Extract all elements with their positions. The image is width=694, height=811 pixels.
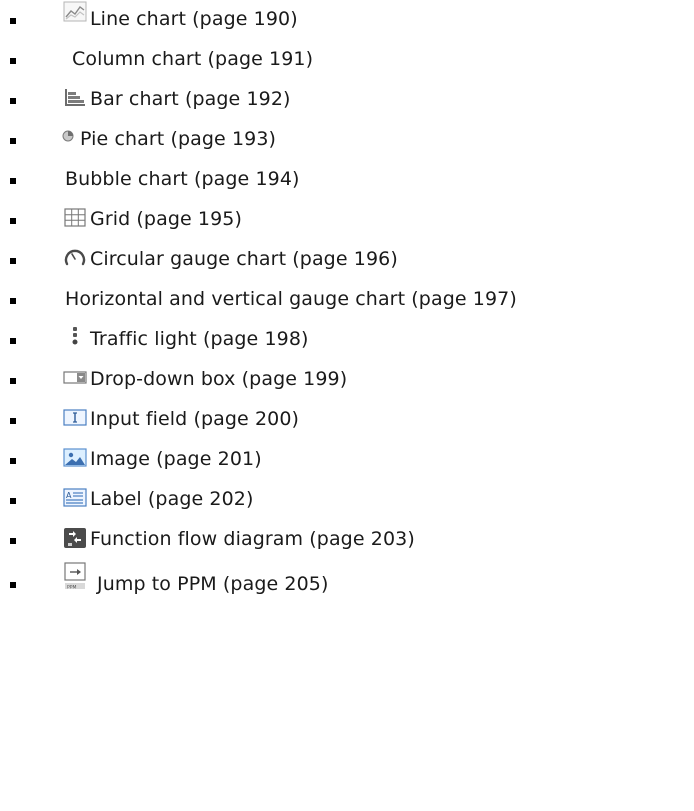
- list-item: Input field (page 200): [0, 400, 694, 440]
- bullet: [10, 98, 16, 104]
- list-item-link[interactable]: Pie chart (page 193): [80, 127, 276, 151]
- circular-gauge-icon: [63, 246, 87, 270]
- drop-down-box-icon: [63, 366, 87, 390]
- bullet: [10, 458, 16, 464]
- list-item-link[interactable]: Horizontal and vertical gauge chart (pag…: [65, 287, 517, 311]
- function-flow-diagram-icon: [63, 526, 87, 550]
- list-item-link[interactable]: Bar chart (page 192): [90, 87, 291, 111]
- list-item: Bubble chart (page 194): [0, 160, 694, 200]
- list-item-link[interactable]: Label (page 202): [90, 487, 253, 511]
- jump-to-ppm-icon: PPM: [63, 562, 89, 592]
- pie-chart-icon: [60, 128, 76, 144]
- list-item-link[interactable]: Traffic light (page 198): [90, 327, 309, 351]
- list-item-link[interactable]: Column chart (page 191): [72, 47, 313, 71]
- list-item-link[interactable]: Jump to PPM (page 205): [97, 572, 329, 596]
- list-item: Drop-down box (page 199): [0, 360, 694, 400]
- list-item-link[interactable]: Bubble chart (page 194): [65, 167, 300, 191]
- list-item-link[interactable]: Input field (page 200): [90, 407, 299, 431]
- list-item-link[interactable]: Line chart (page 190): [90, 7, 298, 31]
- traffic-light-icon: [63, 326, 87, 350]
- list-item: Circular gauge chart (page 196): [0, 240, 694, 280]
- bullet: [10, 138, 16, 144]
- input-field-icon: [63, 406, 87, 430]
- list-item: Horizontal and vertical gauge chart (pag…: [0, 280, 694, 320]
- line-chart-icon: [63, 0, 87, 24]
- label-icon: A: [63, 486, 87, 510]
- bullet: [10, 498, 16, 504]
- list-item-link[interactable]: Image (page 201): [90, 447, 262, 471]
- bullet: [10, 258, 16, 264]
- bullet: [10, 378, 16, 384]
- bullet: [10, 338, 16, 344]
- list-item: A Label (page 202): [0, 480, 694, 520]
- list-item: Grid (page 195): [0, 200, 694, 240]
- list-item: Bar chart (page 192): [0, 80, 694, 120]
- bullet: [10, 58, 16, 64]
- bullet: [10, 178, 16, 184]
- list-item: Image (page 201): [0, 440, 694, 480]
- bullet: [10, 218, 16, 224]
- list-item: Column chart (page 191): [0, 40, 694, 80]
- image-icon: [63, 446, 87, 470]
- bullet: [10, 18, 16, 24]
- svg-text:A: A: [66, 491, 72, 500]
- bullet: [10, 538, 16, 544]
- bullet: [10, 418, 16, 424]
- bullet: [10, 298, 16, 304]
- list-item: Function flow diagram (page 203): [0, 520, 694, 560]
- bullet: [10, 582, 16, 588]
- grid-icon: [63, 206, 87, 230]
- list-item: Traffic light (page 198): [0, 320, 694, 360]
- bar-chart-icon: [63, 86, 87, 110]
- list-item-link[interactable]: Drop-down box (page 199): [90, 367, 347, 391]
- list-item-link[interactable]: Grid (page 195): [90, 207, 242, 231]
- list-item-link[interactable]: Circular gauge chart (page 196): [90, 247, 398, 271]
- list-item: PPM Jump to PPM (page 205): [0, 560, 694, 600]
- list-item-link[interactable]: Function flow diagram (page 203): [90, 527, 415, 551]
- svg-text:PPM: PPM: [67, 584, 77, 590]
- list-item: Line chart (page 190): [0, 0, 694, 40]
- list-item: Pie chart (page 193): [0, 120, 694, 160]
